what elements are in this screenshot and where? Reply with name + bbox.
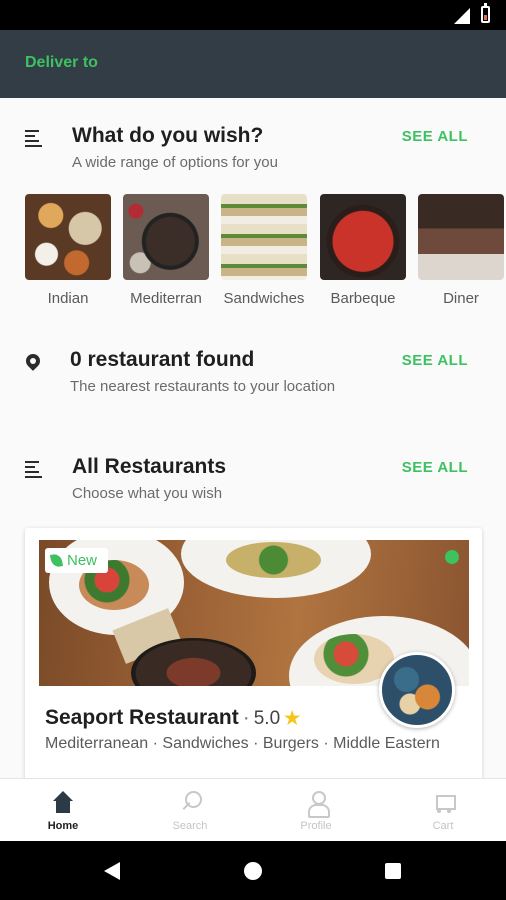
deliver-to-button[interactable]: Deliver to: [25, 54, 98, 72]
profile-icon: [305, 791, 330, 818]
category-label: Barbeque: [330, 290, 396, 307]
category-item-mediterranean[interactable]: Mediterran: [123, 194, 209, 307]
plate-image: [181, 540, 371, 598]
home-content[interactable]: What do you wish? A wide range of option…: [0, 98, 506, 778]
see-all-restaurants-button[interactable]: SEE ALL: [402, 459, 468, 476]
home-button-icon[interactable]: [244, 862, 262, 880]
home-icon: [51, 791, 75, 815]
restaurant-tags: Mediterranean · Sandwiches · Burgers · M…: [45, 735, 440, 752]
nav-profile[interactable]: Profile: [253, 779, 379, 842]
nav-label: Cart: [432, 820, 454, 832]
found-section-header: 0 restaurant found The nearest restauran…: [0, 348, 506, 408]
nav-label: Home: [47, 820, 79, 832]
recent-apps-icon[interactable]: [385, 863, 401, 879]
open-status-indicator: [445, 550, 459, 564]
section-subtitle: A wide range of options for you: [72, 154, 278, 171]
list-icon: [25, 130, 42, 147]
nav-cart[interactable]: Cart: [380, 779, 506, 842]
category-label: Sandwiches: [223, 290, 305, 307]
category-label: Diner: [443, 290, 479, 307]
section-subtitle: Choose what you wish: [72, 485, 223, 502]
search-icon: [179, 791, 203, 815]
signal-icon: [454, 8, 470, 24]
see-all-nearby-button[interactable]: SEE ALL: [402, 352, 468, 369]
new-badge-label: New: [67, 552, 98, 569]
new-badge: New: [45, 548, 108, 573]
category-label: Indian: [47, 290, 89, 307]
section-title: All Restaurants: [72, 455, 227, 478]
category-item-indian[interactable]: Indian: [25, 194, 111, 307]
cart-icon: [432, 791, 456, 815]
section-title: What do you wish?: [72, 124, 264, 147]
back-icon[interactable]: [104, 862, 120, 880]
category-item-diner[interactable]: Diner: [418, 194, 504, 307]
barbeque-image: [320, 194, 406, 280]
section-subtitle: The nearest restaurants to your location: [70, 378, 336, 395]
section-title: 0 restaurant found: [70, 348, 255, 371]
restaurant-title: Seaport Restaurant · 5.0 ★: [45, 706, 300, 730]
bottom-navigation: Home Search Profile Cart: [0, 778, 506, 841]
restaurant-card[interactable]: New Seaport Restaurant · 5.0 ★ Mediterranea…: [25, 528, 482, 778]
system-navigation-bar: [0, 841, 506, 900]
star-icon: ★: [284, 708, 301, 728]
list-icon: [25, 461, 42, 478]
leaf-icon: [49, 553, 64, 568]
all-section-header: All Restaurants Choose what you wish SEE…: [0, 455, 506, 515]
sandwiches-image: [221, 194, 307, 280]
wish-section-header: What do you wish? A wide range of option…: [0, 124, 506, 184]
restaurant-rating: 5.0: [253, 708, 281, 729]
restaurant-avatar: [379, 652, 455, 728]
nav-search[interactable]: Search: [127, 779, 253, 842]
restaurant-name: Seaport Restaurant: [45, 706, 239, 729]
location-pin-icon: [23, 351, 43, 371]
mediterranean-food-image: [123, 194, 209, 280]
status-bar: [0, 0, 506, 30]
app-header: Deliver to: [0, 30, 506, 98]
nav-label: Profile: [300, 820, 332, 832]
category-item-sandwiches[interactable]: Sandwiches: [221, 194, 307, 307]
battery-icon: [481, 3, 490, 23]
category-label: Mediterran: [130, 290, 202, 307]
nav-label: Search: [172, 820, 208, 832]
separator-dot: ·: [242, 706, 250, 729]
see-all-categories-button[interactable]: SEE ALL: [402, 128, 468, 145]
category-carousel[interactable]: Indian Mediterran Sandwiches Barbeque Di…: [25, 194, 506, 314]
nav-home[interactable]: Home: [0, 779, 126, 842]
indian-food-image: [25, 194, 111, 280]
diner-image: [418, 194, 504, 280]
category-item-barbeque[interactable]: Barbeque: [320, 194, 406, 307]
